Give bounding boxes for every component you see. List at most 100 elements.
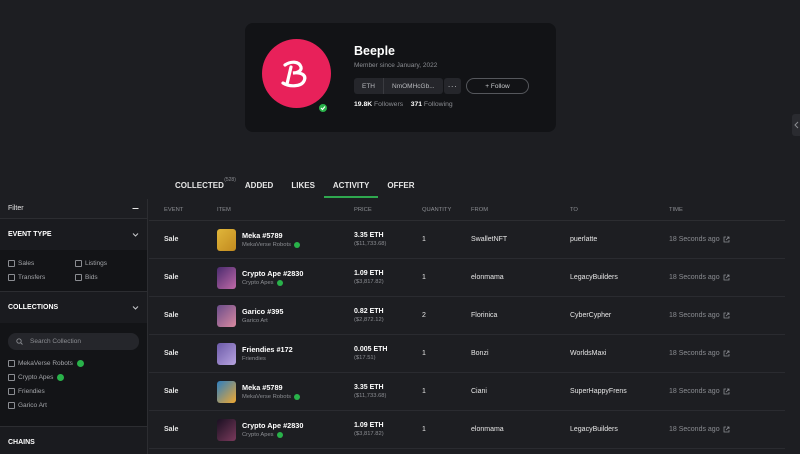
item-collection: Friendies bbox=[242, 356, 293, 362]
follow-stats: 19.8K Followers 371 Following bbox=[354, 101, 453, 108]
collection-item[interactable]: Garico Art bbox=[8, 402, 139, 409]
item-cell[interactable]: Crypto Ape #2830 Crypto Apes bbox=[217, 266, 354, 289]
item-name[interactable]: Meka #5789 bbox=[242, 383, 300, 392]
price-eth: 1.09 ETH bbox=[354, 270, 384, 277]
time-label: 18 Seconds ago bbox=[669, 274, 720, 281]
quantity-cell: 2 bbox=[422, 312, 426, 319]
collection-name: Crypto Apes bbox=[242, 432, 274, 438]
item-cell[interactable]: Meka #5789 MekaVerse Robots bbox=[217, 380, 354, 403]
checkbox-bids[interactable]: Bids bbox=[75, 274, 142, 281]
checkbox-transfers[interactable]: Transfers bbox=[8, 274, 75, 281]
tab-likes[interactable]: LIKES bbox=[282, 176, 324, 198]
from-cell[interactable]: Florinica bbox=[471, 312, 570, 319]
price-eth: 3.35 ETH bbox=[354, 384, 384, 391]
verified-icon bbox=[276, 432, 283, 438]
table-row[interactable]: Sale Crypto Ape #2830 Crypto Apes 1.09 ETH (… bbox=[149, 411, 785, 449]
external-link-icon[interactable] bbox=[723, 236, 730, 243]
item-name[interactable]: Crypto Ape #2830 bbox=[242, 269, 303, 278]
checkbox-box[interactable] bbox=[8, 402, 15, 409]
filter-header[interactable]: Filter bbox=[0, 199, 147, 219]
checkbox-box[interactable] bbox=[8, 260, 15, 267]
time-cell[interactable]: 18 Seconds ago bbox=[669, 274, 785, 281]
event-type-options: Sales Listings Transfers Bids bbox=[0, 250, 147, 291]
wallet-address[interactable]: ETH NmOMHcGb... bbox=[354, 78, 443, 94]
price-eth: 0.005 ETH bbox=[354, 346, 388, 353]
follow-button[interactable]: + Follow bbox=[466, 78, 529, 94]
tab-added[interactable]: ADDED bbox=[236, 176, 282, 198]
to-cell[interactable]: SuperHappyFrens bbox=[570, 388, 669, 395]
nft-thumbnail[interactable] bbox=[217, 342, 236, 365]
external-link-icon[interactable] bbox=[723, 388, 730, 395]
item-name[interactable]: Crypto Ape #2830 bbox=[242, 421, 303, 430]
checkbox-box[interactable] bbox=[8, 374, 15, 381]
from-cell[interactable]: Ciani bbox=[471, 388, 570, 395]
to-cell[interactable]: WorldsMaxi bbox=[570, 350, 669, 357]
item-cell[interactable]: Meka #5789 MekaVerse Robots bbox=[217, 228, 354, 251]
price-cell: 1.09 ETH ($3,817.82) bbox=[354, 270, 422, 285]
collection-item[interactable]: MekaVerse Robots bbox=[8, 360, 139, 367]
nft-thumbnail[interactable] bbox=[217, 380, 236, 403]
collection-item[interactable]: Friendies bbox=[8, 388, 139, 395]
external-link-icon[interactable] bbox=[723, 426, 730, 433]
to-cell[interactable]: CyberCypher bbox=[570, 312, 669, 319]
checkbox-box[interactable] bbox=[8, 360, 15, 367]
item-name[interactable]: Garico #395 bbox=[242, 307, 283, 316]
item-name[interactable]: Meka #5789 bbox=[242, 231, 300, 240]
tab-collected[interactable]: COLLECTED (528) bbox=[166, 176, 236, 198]
checkbox-box[interactable] bbox=[8, 274, 15, 281]
event-type-header[interactable]: EVENT TYPE bbox=[0, 219, 147, 250]
quantity-cell: 1 bbox=[422, 236, 426, 243]
following-label[interactable]: Following bbox=[424, 101, 453, 108]
item-cell[interactable]: Garico #395 Garico Art bbox=[217, 304, 354, 327]
header-event: EVENT bbox=[164, 206, 184, 213]
search-collection-input[interactable]: Search Collection bbox=[8, 333, 139, 350]
external-link-icon[interactable] bbox=[723, 350, 730, 357]
table-row[interactable]: Sale Friendies #172 Friendies 0.005 ETH ($17… bbox=[149, 335, 785, 373]
checkbox-box[interactable] bbox=[75, 274, 82, 281]
more-options-button[interactable]: ··· bbox=[444, 78, 461, 94]
collections-header[interactable]: COLLECTIONS bbox=[0, 292, 147, 323]
table-row[interactable]: Sale Meka #5789 MekaVerse Robots 3.35 ETH ($… bbox=[149, 373, 785, 411]
nft-thumbnail[interactable] bbox=[217, 266, 236, 289]
from-cell[interactable]: Bonzi bbox=[471, 350, 570, 357]
event-cell: Sale bbox=[164, 274, 179, 281]
item-cell[interactable]: Crypto Ape #2830 Crypto Apes bbox=[217, 418, 354, 441]
table-row[interactable]: Sale Meka #5789 MekaVerse Robots 3.35 ETH ($… bbox=[149, 221, 785, 259]
checkbox-listings[interactable]: Listings bbox=[75, 260, 142, 267]
price-usd: ($17.51) bbox=[354, 355, 376, 361]
followers-label[interactable]: Followers bbox=[374, 101, 403, 108]
time-cell[interactable]: 18 Seconds ago bbox=[669, 388, 785, 395]
time-cell[interactable]: 18 Seconds ago bbox=[669, 312, 785, 319]
tab-offer[interactable]: OFFER bbox=[378, 176, 423, 198]
item-name[interactable]: Friendies #172 bbox=[242, 345, 293, 354]
to-cell[interactable]: LegacyBuilders bbox=[570, 274, 669, 281]
verified-icon bbox=[76, 360, 84, 367]
time-cell[interactable]: 18 Seconds ago bbox=[669, 236, 785, 243]
checkbox-sales[interactable]: Sales bbox=[8, 260, 75, 267]
time-cell[interactable]: 18 Seconds ago bbox=[669, 350, 785, 357]
item-cell[interactable]: Friendies #172 Friendies bbox=[217, 342, 354, 365]
to-cell[interactable]: puerlatte bbox=[570, 236, 669, 243]
followers-count: 19.8K bbox=[354, 101, 373, 108]
to-cell[interactable]: LegacyBuilders bbox=[570, 426, 669, 433]
tab-activity[interactable]: ACTIVITY bbox=[323, 176, 379, 198]
collapse-icon[interactable] bbox=[132, 205, 139, 212]
nft-thumbnail[interactable] bbox=[217, 418, 236, 441]
table-row[interactable]: Sale Crypto Ape #2830 Crypto Apes 1.09 ETH (… bbox=[149, 259, 785, 297]
nft-thumbnail[interactable] bbox=[217, 304, 236, 327]
from-cell[interactable]: elonmama bbox=[471, 426, 570, 433]
from-cell[interactable]: SwalletNFT bbox=[471, 236, 570, 243]
collection-name: Crypto Apes bbox=[18, 374, 54, 381]
external-link-icon[interactable] bbox=[723, 274, 730, 281]
checkbox-box[interactable] bbox=[75, 260, 82, 267]
nft-thumbnail[interactable] bbox=[217, 228, 236, 251]
chains-header[interactable]: CHAINS bbox=[0, 427, 147, 454]
side-panel-toggle[interactable] bbox=[792, 114, 800, 136]
time-cell[interactable]: 18 Seconds ago bbox=[669, 426, 785, 433]
collection-item[interactable]: Crypto Apes bbox=[8, 374, 139, 381]
table-row[interactable]: Sale Garico #395 Garico Art 0.82 ETH ($2,872… bbox=[149, 297, 785, 335]
checkbox-box[interactable] bbox=[8, 388, 15, 395]
from-cell[interactable]: elonmama bbox=[471, 274, 570, 281]
external-link-icon[interactable] bbox=[723, 312, 730, 319]
profile-card: Beeple Member since January, 2022 ETH Nm… bbox=[245, 23, 556, 132]
